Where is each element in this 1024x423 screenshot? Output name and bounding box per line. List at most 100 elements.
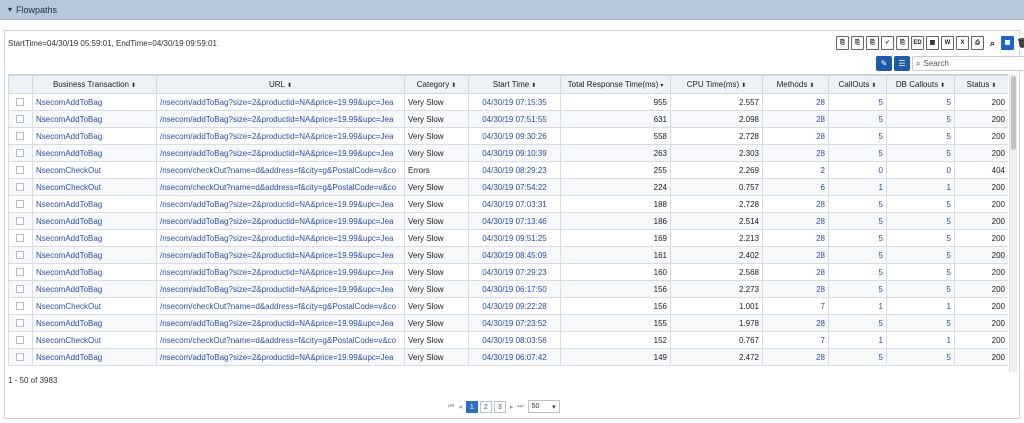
- business-transaction-cell[interactable]: NsecomAddToBag: [32, 229, 157, 247]
- methods-cell[interactable]: 28: [762, 246, 829, 264]
- row-checkbox[interactable]: [16, 149, 24, 158]
- table-row[interactable]: NsecomAddToBag/nsecom/addToBag?size=2&pr…: [8, 93, 1008, 111]
- db-callouts-cell[interactable]: 1: [886, 178, 955, 196]
- methods-cell[interactable]: 28: [762, 280, 829, 298]
- delete-icon[interactable]: 🗑: [1016, 36, 1024, 50]
- sort-icon[interactable]: ⬍: [871, 83, 876, 89]
- business-transaction-cell[interactable]: NsecomAddToBag: [32, 212, 157, 230]
- methods-cell[interactable]: 28: [762, 229, 829, 247]
- row-checkbox[interactable]: [16, 217, 24, 226]
- business-transaction-cell[interactable]: NsecomCheckOut: [32, 297, 157, 315]
- db-callouts-cell[interactable]: 5: [886, 263, 955, 281]
- url-cell[interactable]: /nsecom/addToBag?size=2&productid=NA&pri…: [156, 263, 405, 281]
- table-row[interactable]: NsecomAddToBag/nsecom/addToBag?size=2&pr…: [8, 263, 1008, 281]
- methods-cell[interactable]: 28: [762, 212, 829, 230]
- page-number-1[interactable]: 1: [465, 400, 478, 413]
- start-time-cell[interactable]: 04/30/19 07:23:52: [468, 314, 561, 332]
- page-number-2[interactable]: 2: [479, 400, 492, 413]
- start-time-cell[interactable]: 04/30/19 07:54:22: [468, 178, 561, 196]
- sort-icon[interactable]: ⬍: [287, 83, 292, 89]
- url-cell[interactable]: /nsecom/addToBag?size=2&productid=NA&pri…: [156, 144, 405, 162]
- column-header-methods[interactable]: Methods ⬍: [762, 75, 829, 94]
- column-header-total-response-time-ms[interactable]: Total Response Time(ms) ▾: [560, 75, 671, 94]
- methods-cell[interactable]: 6: [762, 178, 829, 196]
- start-time-cell[interactable]: 04/30/19 08:45:09: [468, 246, 561, 264]
- start-time-cell[interactable]: 04/30/19 07:15:35: [468, 93, 561, 111]
- row-checkbox[interactable]: [16, 200, 24, 209]
- methods-cell[interactable]: 28: [762, 127, 829, 145]
- sort-icon[interactable]: ⬍: [991, 83, 996, 89]
- callouts-cell[interactable]: 5: [828, 263, 887, 281]
- search-box[interactable]: ⌕: [912, 56, 1024, 71]
- start-time-cell[interactable]: 04/30/19 08:29:23: [468, 161, 561, 179]
- business-transaction-cell[interactable]: NsecomAddToBag: [32, 127, 157, 145]
- table-view-icon[interactable]: ▦: [926, 36, 939, 50]
- export-chart-icon[interactable]: ⎘: [851, 36, 864, 50]
- export-text-icon[interactable]: ⎘: [896, 36, 909, 50]
- callouts-cell[interactable]: 5: [828, 144, 887, 162]
- db-callouts-cell[interactable]: 5: [886, 212, 955, 230]
- row-checkbox[interactable]: [16, 234, 24, 243]
- table-row[interactable]: NsecomAddToBag/nsecom/addToBag?size=2&pr…: [8, 127, 1008, 145]
- business-transaction-cell[interactable]: NsecomAddToBag: [32, 144, 157, 162]
- table-row[interactable]: NsecomAddToBag/nsecom/addToBag?size=2&pr…: [8, 195, 1008, 213]
- row-checkbox[interactable]: [16, 115, 24, 124]
- methods-cell[interactable]: 28: [762, 348, 829, 366]
- sort-icon[interactable]: ⬍: [131, 83, 136, 89]
- callouts-cell[interactable]: 5: [828, 110, 887, 128]
- row-checkbox[interactable]: [16, 319, 24, 328]
- start-time-cell[interactable]: 04/30/19 09:22:28: [468, 297, 561, 315]
- column-header-business-transaction[interactable]: Business Transaction ⬍: [32, 75, 157, 94]
- start-time-cell[interactable]: 04/30/19 07:13:46: [468, 212, 561, 230]
- row-checkbox[interactable]: [16, 183, 24, 192]
- panel-header[interactable]: ▾ Flowpaths: [0, 0, 1024, 20]
- url-cell[interactable]: /nsecom/checkOut?name=d&address=f&city=g…: [156, 331, 405, 349]
- column-header-status[interactable]: Status ⬍: [954, 75, 1008, 94]
- row-checkbox[interactable]: [16, 353, 24, 362]
- callouts-cell[interactable]: 1: [828, 178, 887, 196]
- callouts-cell[interactable]: 5: [828, 93, 887, 111]
- first-page-icon[interactable]: ⏮: [448, 403, 454, 411]
- callouts-cell[interactable]: 0: [828, 161, 887, 179]
- url-cell[interactable]: /nsecom/checkOut?name=d&address=f&city=g…: [156, 297, 405, 315]
- sort-icon[interactable]: ⬍: [531, 83, 536, 89]
- url-cell[interactable]: /nsecom/checkOut?name=d&address=f&city=g…: [156, 178, 405, 196]
- url-cell[interactable]: /nsecom/addToBag?size=2&productid=NA&pri…: [156, 110, 405, 128]
- methods-cell[interactable]: 7: [762, 331, 829, 349]
- callouts-cell[interactable]: 5: [828, 127, 887, 145]
- start-time-cell[interactable]: 04/30/19 07:03:31: [468, 195, 561, 213]
- db-callouts-cell[interactable]: 0: [886, 161, 955, 179]
- table-row[interactable]: NsecomAddToBag/nsecom/addToBag?size=2&pr…: [8, 110, 1008, 128]
- table-row[interactable]: NsecomAddToBag/nsecom/addToBag?size=2&pr…: [8, 246, 1008, 264]
- table-row[interactable]: NsecomCheckOut/nsecom/checkOut?name=d&ad…: [8, 178, 1008, 196]
- start-time-cell[interactable]: 04/30/19 07:29:23: [468, 263, 561, 281]
- next-page-icon[interactable]: ▸: [510, 403, 514, 411]
- sort-icon[interactable]: ⬍: [741, 83, 746, 89]
- business-transaction-cell[interactable]: NsecomAddToBag: [32, 263, 157, 281]
- column-header-db-callouts[interactable]: DB Callouts ⬍: [886, 75, 955, 94]
- grid-icon[interactable]: ▦: [1001, 36, 1014, 50]
- start-time-cell[interactable]: 04/30/19 07:51:55: [468, 110, 561, 128]
- column-header-callouts[interactable]: CallOuts ⬍: [828, 75, 887, 94]
- db-callouts-cell[interactable]: 5: [886, 195, 955, 213]
- db-callouts-cell[interactable]: 5: [886, 280, 955, 298]
- column-header-url[interactable]: URL ⬍: [156, 75, 405, 94]
- methods-cell[interactable]: 28: [762, 195, 829, 213]
- url-cell[interactable]: /nsecom/addToBag?size=2&productid=NA&pri…: [156, 212, 405, 230]
- url-cell[interactable]: /nsecom/addToBag?size=2&productid=NA&pri…: [156, 93, 405, 111]
- select-column-header[interactable]: [8, 75, 33, 94]
- start-time-cell[interactable]: 04/30/19 09:30:26: [468, 127, 561, 145]
- url-cell[interactable]: /nsecom/addToBag?size=2&productid=NA&pri…: [156, 280, 405, 298]
- start-time-cell[interactable]: 04/30/19 09:51:25: [468, 229, 561, 247]
- excel-icon[interactable]: X: [956, 36, 969, 50]
- ed-icon[interactable]: ED: [911, 36, 924, 50]
- url-cell[interactable]: /nsecom/checkOut?name=d&address=f&city=g…: [156, 161, 405, 179]
- url-cell[interactable]: /nsecom/addToBag?size=2&productid=NA&pri…: [156, 348, 405, 366]
- last-page-icon[interactable]: ⏭: [517, 403, 523, 411]
- callouts-cell[interactable]: 1: [828, 297, 887, 315]
- row-checkbox[interactable]: [16, 285, 24, 294]
- search-input[interactable]: [923, 59, 1024, 68]
- export-report-icon[interactable]: ⎘: [866, 36, 879, 50]
- start-time-cell[interactable]: 04/30/19 06:07:42: [468, 348, 561, 366]
- business-transaction-cell[interactable]: NsecomAddToBag: [32, 246, 157, 264]
